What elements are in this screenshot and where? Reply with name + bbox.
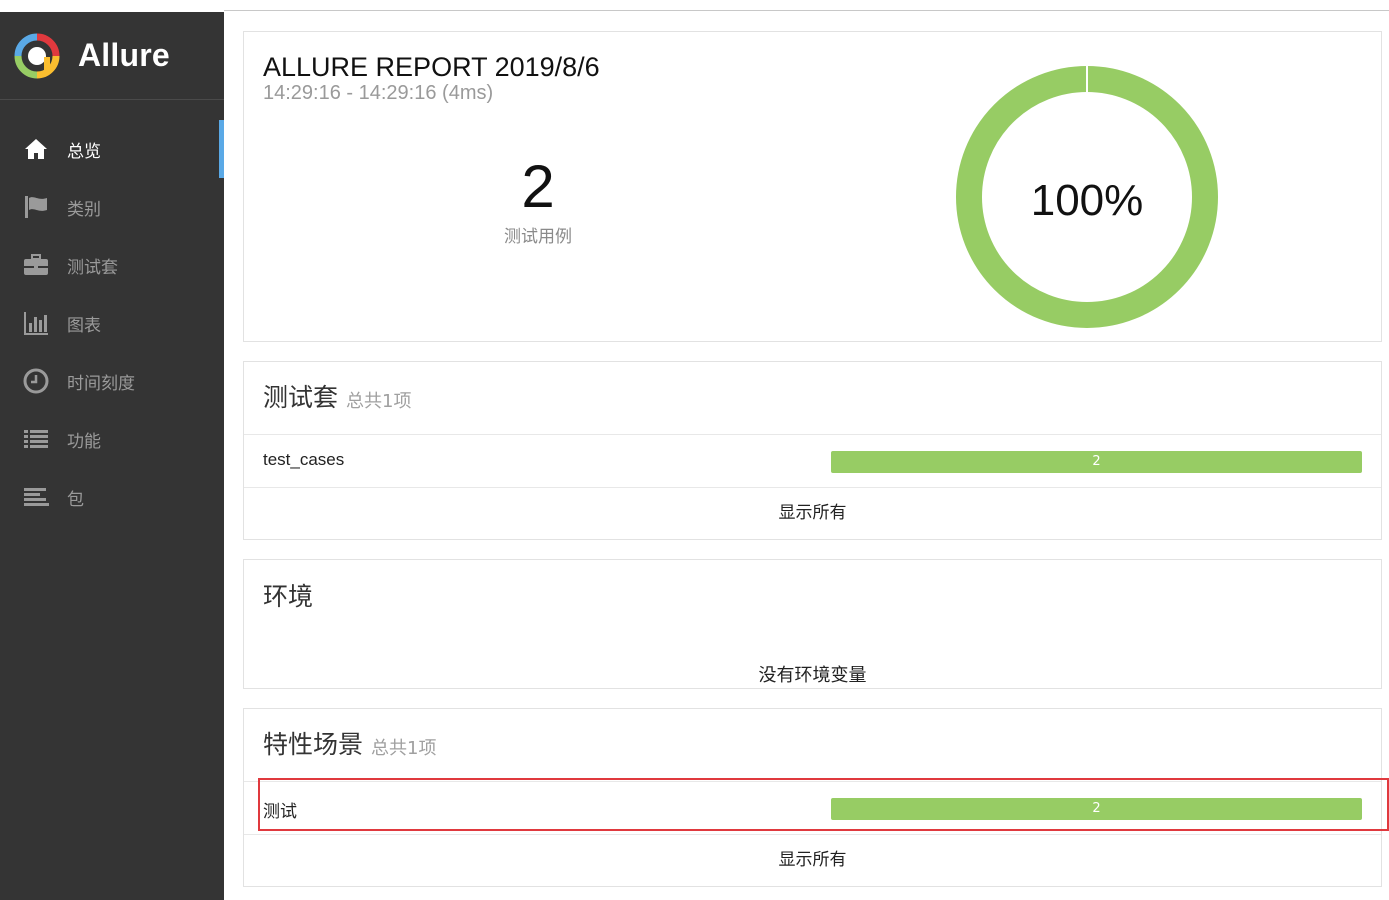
environment-widget: 环境 没有环境变量 xyxy=(243,559,1382,689)
briefcase-icon xyxy=(21,250,51,280)
home-icon xyxy=(21,134,51,164)
pass-rate-percent: 100% xyxy=(1031,176,1144,225)
features-total: 总共1项 xyxy=(371,738,437,759)
suite-status-bar: 2 xyxy=(831,451,1362,473)
sidebar-item-overview[interactable]: 总览 xyxy=(0,120,224,178)
flag-icon xyxy=(21,192,51,222)
clock-icon xyxy=(21,366,51,396)
sidebar-item-graphs[interactable]: 图表 xyxy=(0,294,224,352)
features-widget: 特性场景 总共1项 测试 2 显示所有 xyxy=(243,708,1382,887)
features-header: 特性场景 总共1项 xyxy=(244,709,1381,782)
brand-logo[interactable]: Allure xyxy=(0,12,224,100)
features-show-all-link[interactable]: 显示所有 xyxy=(244,835,1381,886)
suites-show-all-link[interactable]: 显示所有 xyxy=(244,488,1381,539)
report-time: 14:29:16 - 14:29:16 (4ms) xyxy=(263,82,494,104)
sidebar-item-label: 总览 xyxy=(67,141,101,162)
sidebar-item-timeline[interactable]: 时间刻度 xyxy=(0,352,224,410)
sidebar-item-label: 时间刻度 xyxy=(67,373,135,394)
list-icon xyxy=(21,424,51,454)
sidebar-item-behaviors[interactable]: 功能 xyxy=(0,410,224,468)
summary-widget: ALLURE REPORT 2019/8/6 14:29:16 - 14:29:… xyxy=(243,31,1382,342)
sidebar-item-label: 类别 xyxy=(67,199,101,220)
feature-status-bar: 2 xyxy=(831,798,1362,820)
sidebar-item-label: 图表 xyxy=(67,315,101,336)
sidebar-nav: 总览 类别 测试套 图表 时间刻度 功能 包 xyxy=(0,100,224,526)
report-title: ALLURE REPORT 2019/8/6 xyxy=(263,52,600,82)
sidebar: Allure 总览 类别 测试套 图表 时间刻度 功能 包 xyxy=(0,12,224,900)
features-title: 特性场景 xyxy=(263,730,364,759)
feature-row[interactable]: 测试 2 xyxy=(244,782,1381,835)
sidebar-item-packages[interactable]: 包 xyxy=(0,468,224,526)
allure-report-app: Allure 总览 类别 测试套 图表 时间刻度 功能 包 ALLURE REP… xyxy=(0,0,1389,900)
feature-name: 测试 xyxy=(263,802,297,821)
suites-header: 测试套 总共1项 xyxy=(244,362,1381,435)
bar-chart-icon xyxy=(21,308,51,338)
environment-title: 环境 xyxy=(263,582,314,611)
brand-name: Allure xyxy=(78,37,170,73)
align-left-icon xyxy=(21,482,51,512)
sidebar-item-suites[interactable]: 测试套 xyxy=(0,236,224,294)
test-case-count-label: 测试用例 xyxy=(504,227,572,247)
sidebar-item-label: 功能 xyxy=(67,431,101,452)
suites-title: 测试套 xyxy=(263,383,339,412)
suite-row[interactable]: test_cases 2 xyxy=(244,435,1381,488)
sidebar-item-categories[interactable]: 类别 xyxy=(0,178,224,236)
environment-empty-message: 没有环境变量 xyxy=(758,665,867,686)
test-case-count: 2 xyxy=(521,153,555,220)
sidebar-item-label: 测试套 xyxy=(67,257,118,278)
sidebar-item-label: 包 xyxy=(67,489,84,510)
suites-total: 总共1项 xyxy=(346,391,412,412)
environment-header: 环境 xyxy=(244,560,1381,633)
top-divider xyxy=(224,10,1389,11)
allure-logo-icon xyxy=(14,33,60,78)
suite-name: test_cases xyxy=(263,450,345,469)
pass-rate-donut-chart[interactable]: 100% xyxy=(954,64,1220,330)
suites-widget: 测试套 总共1项 test_cases 2 显示所有 xyxy=(243,361,1382,540)
